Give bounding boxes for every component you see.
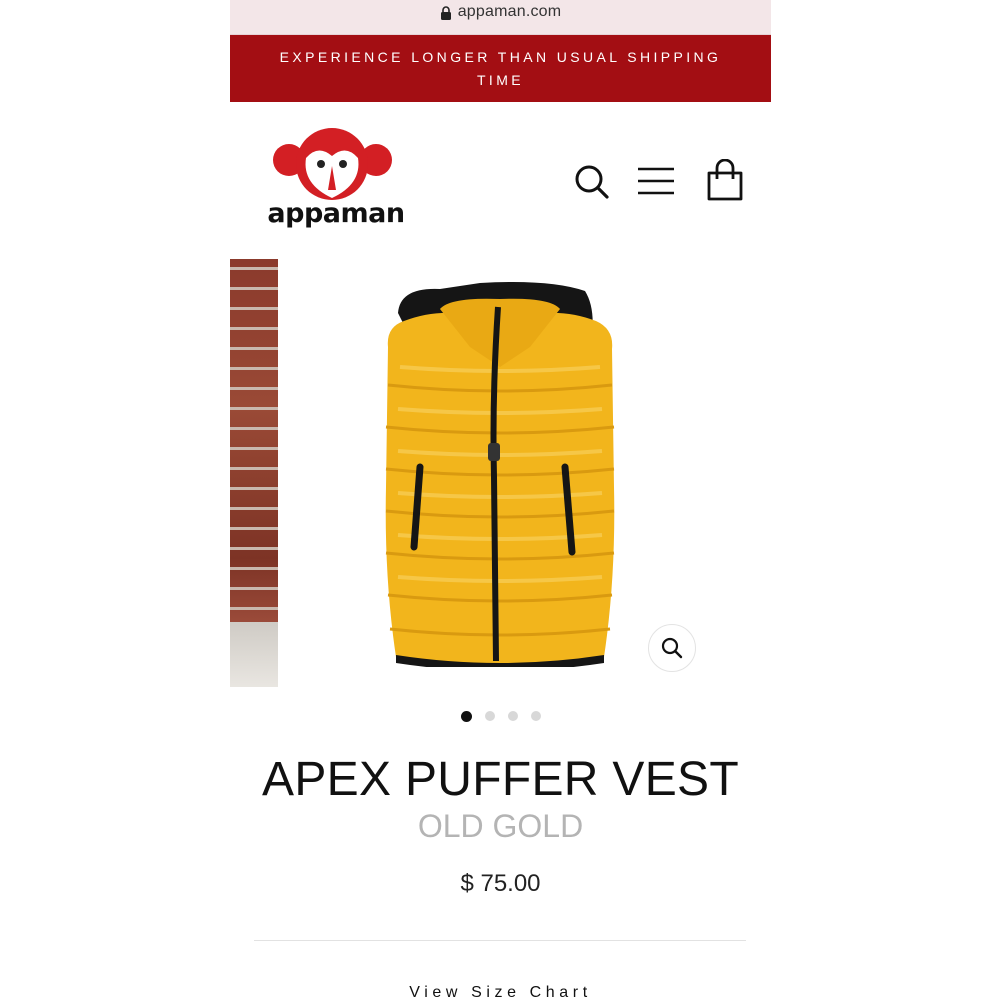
gallery-pagination — [230, 711, 771, 723]
search-button[interactable] — [572, 161, 612, 201]
cart-button[interactable] — [705, 158, 745, 201]
pagination-dot-4[interactable] — [530, 711, 541, 721]
pagination-dot-2[interactable] — [484, 711, 495, 721]
zoom-button[interactable] — [648, 624, 696, 672]
previous-slide-image[interactable] — [230, 259, 278, 687]
pagination-dot-1[interactable] — [460, 711, 472, 722]
divider — [254, 940, 746, 941]
search-icon — [575, 165, 609, 199]
product-image-vest[interactable] — [380, 277, 620, 667]
product-variant: OLD GOLD — [417, 808, 584, 844]
product-price: $ 75.00 — [460, 870, 541, 897]
logo-text: appaman — [267, 198, 405, 229]
hamburger-menu-icon — [638, 167, 674, 195]
lock-icon — [440, 6, 451, 20]
mobile-page: appaman.com EXPERIENCE LONGER THAN USUAL… — [230, 0, 771, 1000]
browser-url-bar[interactable]: appaman.com — [230, 0, 771, 35]
announcement-bar: EXPERIENCE LONGER THAN USUAL SHIPPING TI… — [230, 35, 771, 102]
pavement — [230, 622, 278, 687]
pagination-dot-3[interactable] — [507, 711, 518, 721]
product-title: APEX PUFFER VEST — [262, 753, 739, 806]
product-gallery[interactable] — [230, 259, 771, 689]
view-size-chart-link[interactable]: View Size Chart — [230, 984, 771, 1000]
zoom-icon — [661, 637, 683, 659]
menu-button[interactable] — [636, 161, 676, 201]
shopping-bag-icon — [707, 158, 743, 201]
appaman-logo[interactable]: appaman — [260, 126, 410, 234]
site-header: appaman — [230, 102, 771, 252]
url-text: appaman.com — [457, 3, 562, 20]
monkey-logo-icon — [273, 128, 392, 200]
announcement-text: EXPERIENCE LONGER THAN USUAL SHIPPING TI… — [279, 48, 722, 88]
